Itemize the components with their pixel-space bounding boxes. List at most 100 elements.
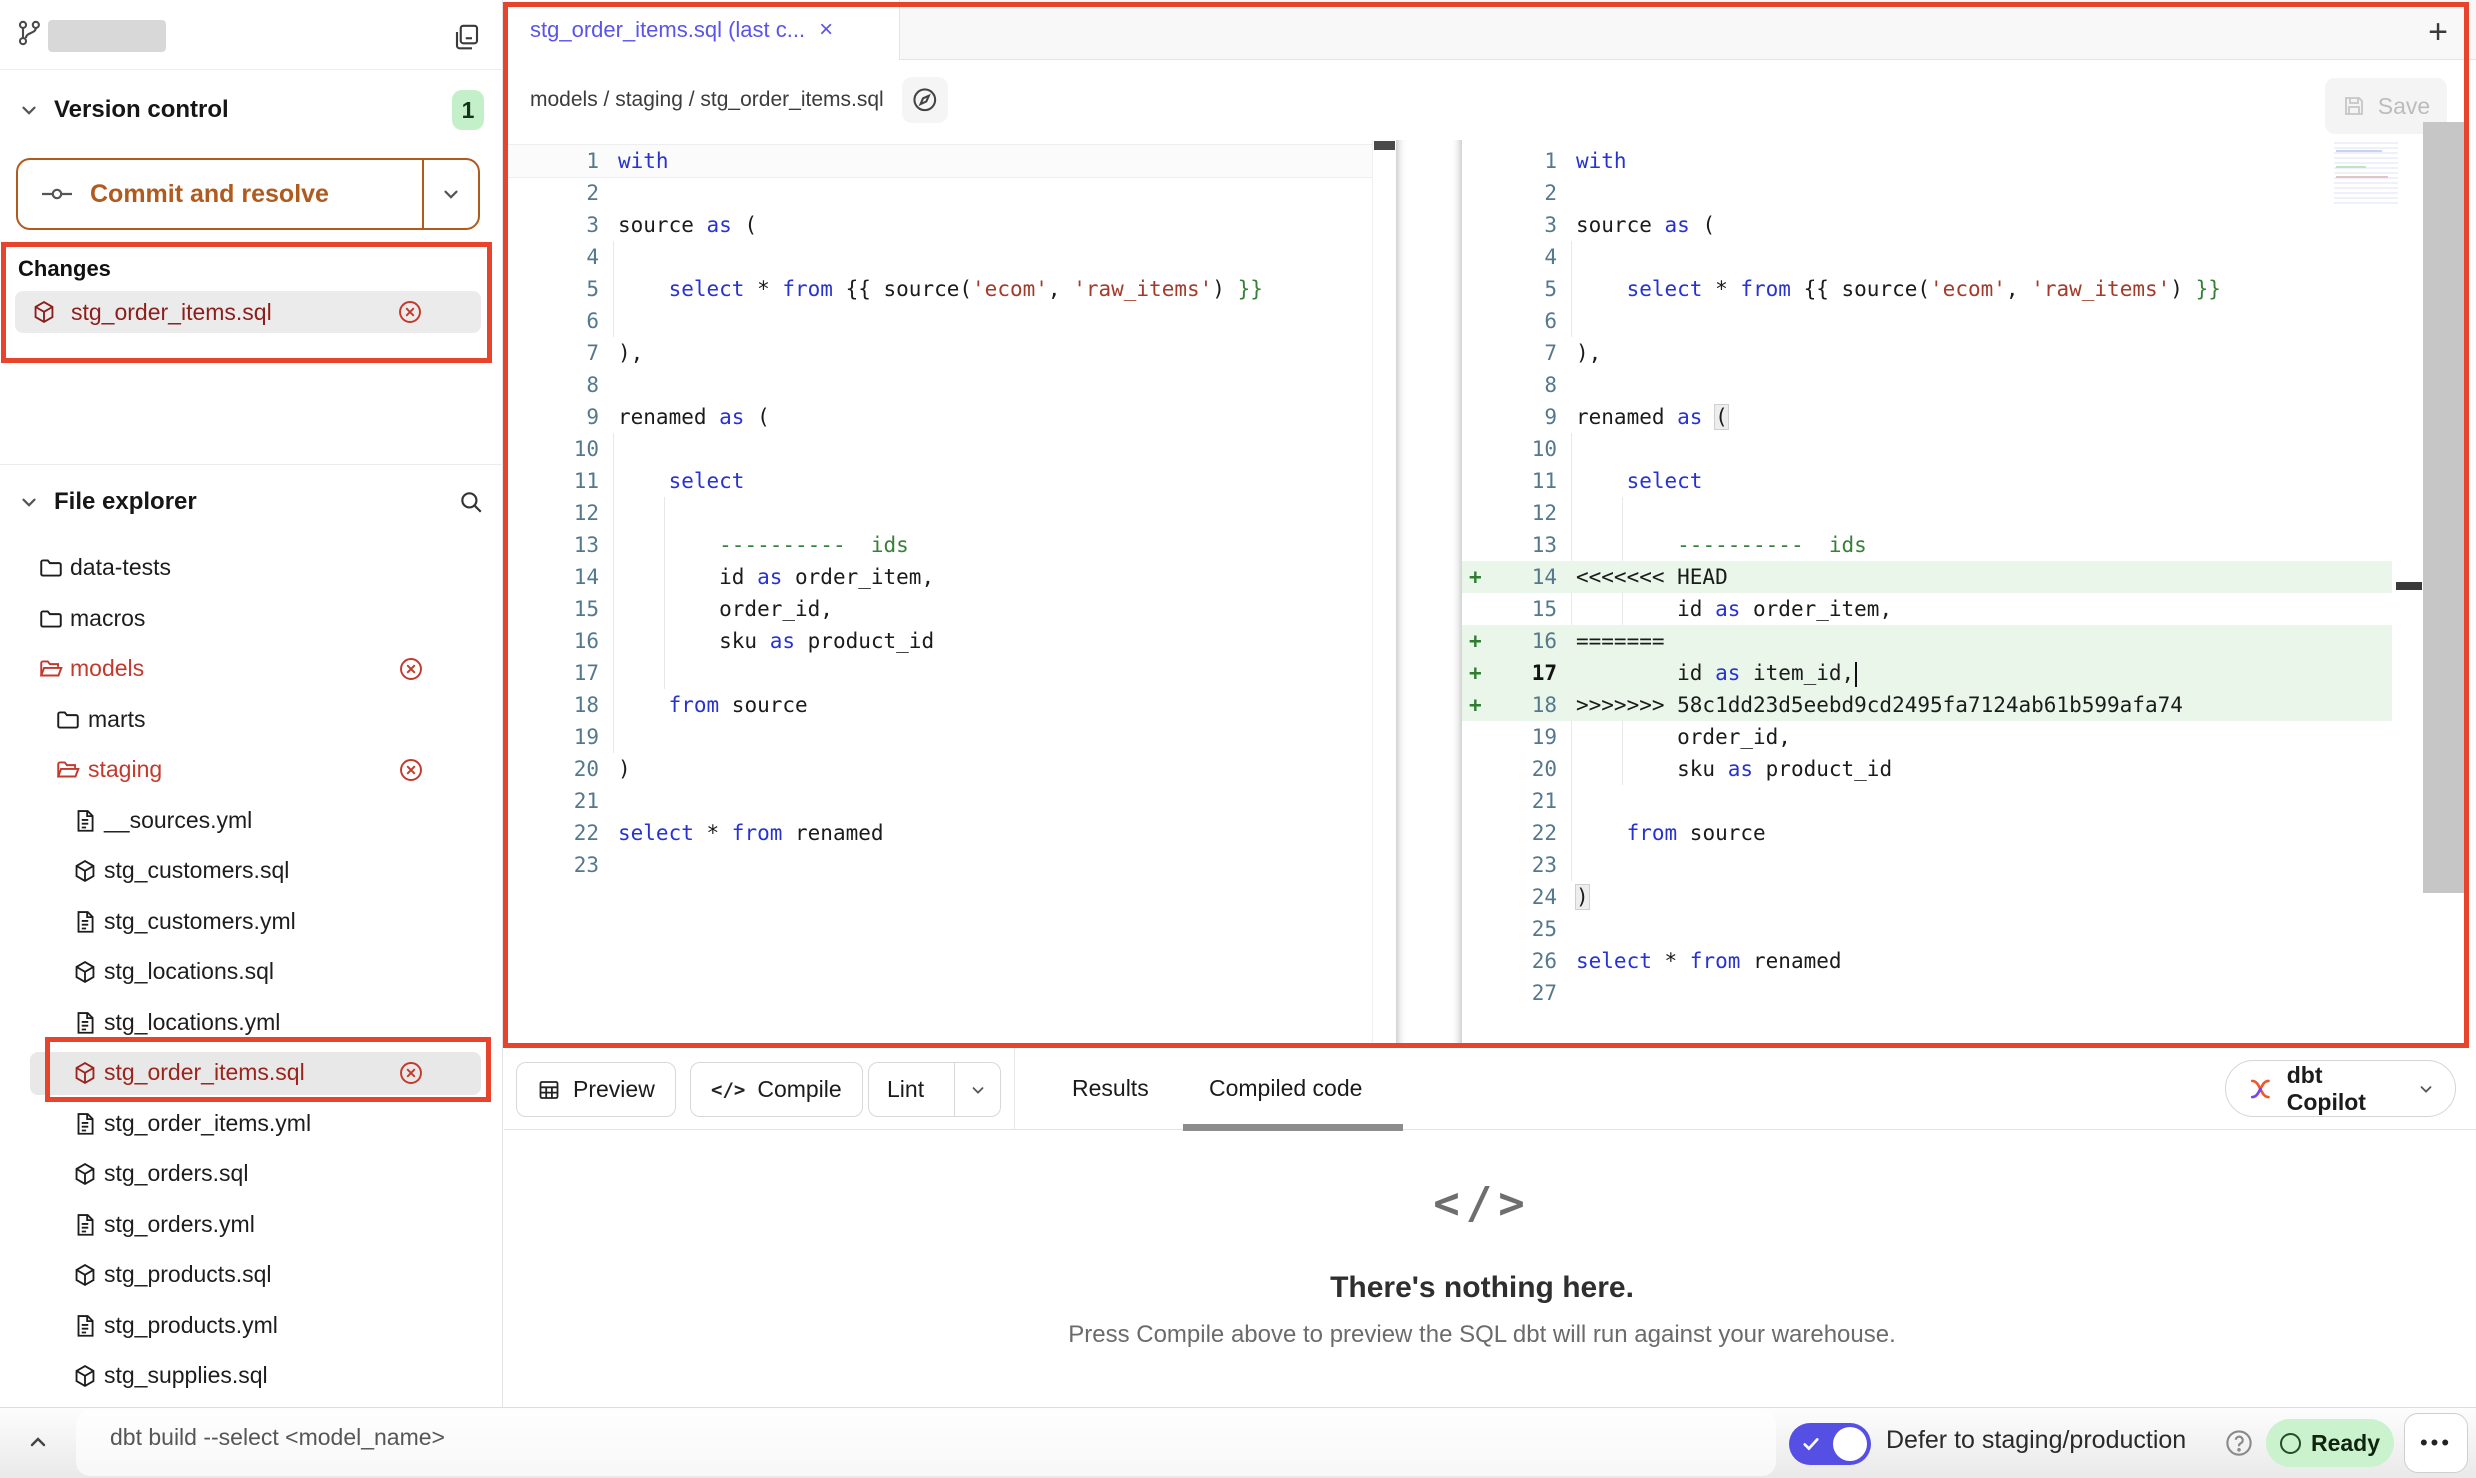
code-line-3[interactable]: 3source as (	[1462, 209, 2392, 241]
copy-files-icon[interactable]	[452, 22, 482, 52]
file-row-stg-supplies-sql[interactable]: stg_supplies.sql	[0, 1351, 503, 1402]
new-tab-button[interactable]: +	[2418, 12, 2458, 52]
tab-stg-order-items[interactable]: stg_order_items.sql (last c... ×	[504, 0, 900, 60]
version-control-section-header[interactable]: Version control 1	[18, 90, 484, 130]
file-row--sources-yml[interactable]: __sources.yml	[0, 796, 503, 847]
code-line-15[interactable]: 15 id as order_item,	[1462, 593, 2392, 625]
file-row-data-tests[interactable]: data-tests	[0, 543, 503, 594]
code-line-15[interactable]: 15 order_id,	[505, 593, 1372, 625]
code-line-13[interactable]: 13 ---------- ids	[1462, 529, 2392, 561]
file-row-marts[interactable]: marts	[0, 695, 503, 746]
code-line-8[interactable]: 8	[505, 369, 1372, 401]
file-explorer-section-header[interactable]: File explorer	[18, 482, 484, 522]
file-row-stg-orders-sql[interactable]: stg_orders.sql	[0, 1149, 503, 1200]
code-line-9[interactable]: 9renamed as (	[1462, 401, 2392, 433]
code-line-7[interactable]: 7),	[1462, 337, 2392, 369]
left-pane-scrollbar[interactable]	[1372, 140, 1396, 1048]
code-line-10[interactable]: 10	[1462, 433, 2392, 465]
code-line-20[interactable]: 20 sku as product_id	[1462, 753, 2392, 785]
code-line-7[interactable]: 7),	[505, 337, 1372, 369]
tab-results[interactable]: Results	[1072, 1048, 1149, 1128]
minimap[interactable]	[2334, 142, 2398, 204]
code-line-5[interactable]: 5 select * from {{ source('ecom', 'raw_i…	[505, 273, 1372, 305]
code-line-14[interactable]: +14<<<<<<< HEAD	[1462, 561, 2392, 593]
code-pane-current[interactable]: 1with23source as (45 select * from {{ so…	[1462, 140, 2392, 1048]
file-row-stg-order-items-yml[interactable]: stg_order_items.yml	[0, 1099, 503, 1150]
code-line-2[interactable]: 2	[505, 177, 1372, 209]
code-line-22[interactable]: 22select * from renamed	[505, 817, 1372, 849]
overflow-menu-button[interactable]: •••	[2404, 1413, 2468, 1473]
discard-change-icon[interactable]	[397, 299, 423, 325]
preview-button[interactable]: Preview	[516, 1062, 676, 1117]
code-line-19[interactable]: 19	[505, 721, 1372, 753]
tab-compiled-code[interactable]: Compiled code	[1209, 1048, 1362, 1128]
code-line-17[interactable]: +17 id as item_id,	[1462, 657, 2392, 689]
lineage-compass-icon[interactable]	[902, 77, 948, 123]
code-line-6[interactable]: 6	[505, 305, 1372, 337]
lint-dropdown-caret[interactable]	[954, 1063, 1000, 1116]
code-line-2[interactable]: 2	[1462, 177, 2392, 209]
help-icon[interactable]	[2224, 1428, 2254, 1458]
code-line-22[interactable]: 22 from source	[1462, 817, 2392, 849]
branch-icon[interactable]	[16, 16, 44, 50]
code-line-21[interactable]: 21	[1462, 785, 2392, 817]
file-row-stg-orders-yml[interactable]: stg_orders.yml	[0, 1200, 503, 1251]
right-pane-scrollbar-thumb[interactable]	[2396, 582, 2422, 590]
left-pane-scrollbar-thumb[interactable]	[1374, 141, 1395, 150]
file-row-stg-locations-sql[interactable]: stg_locations.sql	[0, 947, 503, 998]
code-line-12[interactable]: 12	[505, 497, 1372, 529]
right-pane-scrollbar[interactable]	[2392, 140, 2422, 1048]
code-line-11[interactable]: 11 select	[505, 465, 1372, 497]
code-line-19[interactable]: 19 order_id,	[1462, 721, 2392, 753]
code-line-8[interactable]: 8	[1462, 369, 2392, 401]
search-icon[interactable]	[458, 489, 484, 515]
lint-button[interactable]: Lint	[868, 1062, 1001, 1117]
code-line-11[interactable]: 11 select	[1462, 465, 2392, 497]
code-line-1[interactable]: 1with	[505, 145, 1372, 177]
code-line-14[interactable]: 14 id as order_item,	[505, 561, 1372, 593]
file-row-staging[interactable]: staging	[0, 745, 503, 796]
commit-dropdown-caret[interactable]	[422, 160, 478, 228]
defer-toggle[interactable]	[1789, 1423, 1871, 1465]
code-line-26[interactable]: 26select * from renamed	[1462, 945, 2392, 977]
code-line-18[interactable]: +18>>>>>>> 58c1dd23d5eebd9cd2495fa7124ab…	[1462, 689, 2392, 721]
code-line-18[interactable]: 18 from source	[505, 689, 1372, 721]
discard-change-icon[interactable]	[398, 1060, 424, 1086]
file-row-macros[interactable]: macros	[0, 594, 503, 645]
code-line-17[interactable]: 17	[505, 657, 1372, 689]
code-line-4[interactable]: 4	[505, 241, 1372, 273]
code-line-23[interactable]: 23	[1462, 849, 2392, 881]
chevron-up-icon[interactable]	[24, 1430, 52, 1454]
dbt-copilot-button[interactable]: dbt Copilot	[2225, 1060, 2456, 1117]
code-line-3[interactable]: 3source as (	[505, 209, 1372, 241]
tab-close-icon[interactable]: ×	[819, 16, 833, 44]
file-row-stg-locations-yml[interactable]: stg_locations.yml	[0, 998, 503, 1049]
code-line-25[interactable]: 25	[1462, 913, 2392, 945]
file-row-stg-products-sql[interactable]: stg_products.sql	[0, 1250, 503, 1301]
code-line-21[interactable]: 21	[505, 785, 1372, 817]
code-line-13[interactable]: 13 ---------- ids	[505, 529, 1372, 561]
code-line-16[interactable]: 16 sku as product_id	[505, 625, 1372, 657]
code-line-27[interactable]: 27	[1462, 977, 2392, 1009]
code-line-9[interactable]: 9renamed as (	[505, 401, 1372, 433]
file-row-stg-products-yml[interactable]: stg_products.yml	[0, 1301, 503, 1352]
commit-and-resolve-button[interactable]: Commit and resolve	[16, 158, 480, 230]
page-scrollbar-thumb[interactable]	[2423, 122, 2466, 893]
compile-button[interactable]: </> Compile	[690, 1062, 863, 1117]
code-line-12[interactable]: 12	[1462, 497, 2392, 529]
code-line-10[interactable]: 10	[505, 433, 1372, 465]
file-row-models[interactable]: models	[0, 644, 503, 695]
code-pane-original[interactable]: 1with23source as (45 select * from {{ so…	[505, 140, 1372, 1048]
file-row-stg-order-items-sql[interactable]: stg_order_items.sql	[0, 1048, 503, 1099]
code-line-1[interactable]: 1with	[1462, 145, 2392, 177]
code-line-20[interactable]: 20)	[505, 753, 1372, 785]
file-row-stg-customers-sql[interactable]: stg_customers.sql	[0, 846, 503, 897]
changes-file-row[interactable]: stg_order_items.sql	[15, 291, 481, 333]
code-line-16[interactable]: +16=======	[1462, 625, 2392, 657]
code-line-5[interactable]: 5 select * from {{ source('ecom', 'raw_i…	[1462, 273, 2392, 305]
code-line-24[interactable]: 24)	[1462, 881, 2392, 913]
discard-change-icon[interactable]	[398, 757, 424, 783]
file-row-stg-customers-yml[interactable]: stg_customers.yml	[0, 897, 503, 948]
code-line-23[interactable]: 23	[505, 849, 1372, 881]
lint-button-label[interactable]: Lint	[869, 1063, 942, 1116]
